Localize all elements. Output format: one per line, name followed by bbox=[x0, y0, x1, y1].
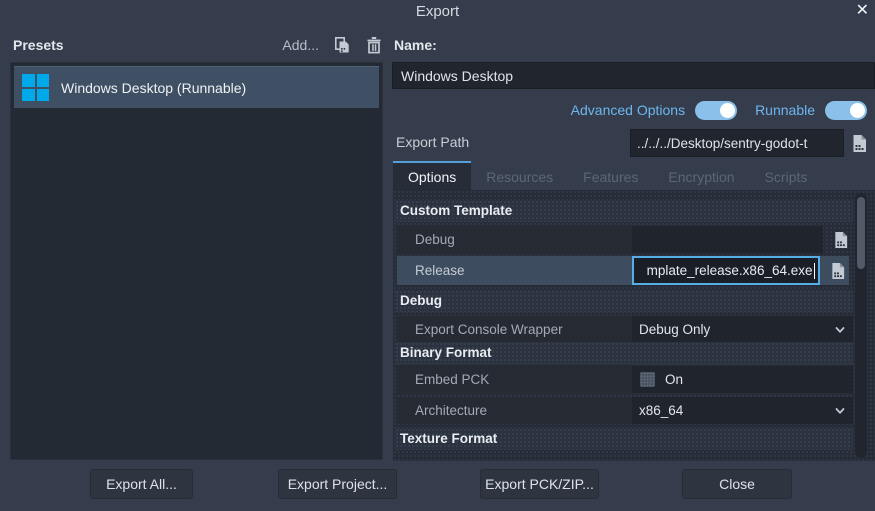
tab-scripts[interactable]: Scripts bbox=[750, 161, 823, 190]
export-path-browse-button[interactable] bbox=[846, 130, 872, 156]
export-all-button[interactable]: Export All... bbox=[90, 469, 193, 499]
preset-item-label: Windows Desktop (Runnable) bbox=[61, 80, 246, 96]
section-custom-template: Custom Template bbox=[395, 200, 853, 222]
debug-template-input[interactable] bbox=[632, 226, 823, 253]
row-custom-template-debug: Debug bbox=[397, 226, 852, 253]
presets-actions: Add... bbox=[268, 36, 383, 54]
embed-pck-value: On bbox=[665, 372, 683, 387]
row-embed-pck: Embed PCK On bbox=[397, 366, 853, 393]
release-template-input[interactable]: mplate_release.x86_64.exe bbox=[632, 256, 820, 285]
chevron-down-icon bbox=[834, 324, 846, 336]
export-pck-zip-button[interactable]: Export PCK/ZIP... bbox=[480, 469, 599, 499]
debug-template-label: Debug bbox=[397, 226, 632, 253]
name-input[interactable] bbox=[392, 62, 875, 89]
delete-preset-icon[interactable] bbox=[365, 36, 383, 54]
runnable-toggle[interactable] bbox=[825, 101, 867, 120]
name-label: Name: bbox=[394, 37, 437, 53]
duplicate-preset-icon[interactable] bbox=[333, 36, 351, 54]
console-wrapper-label: Export Console Wrapper bbox=[397, 316, 632, 343]
file-icon bbox=[851, 134, 868, 153]
preset-item-windows-desktop[interactable]: Windows Desktop (Runnable) bbox=[14, 66, 379, 108]
dialog-title: Export bbox=[0, 3, 875, 20]
row-architecture: Architecture x86_64 bbox=[397, 397, 853, 424]
presets-heading: Presets bbox=[13, 37, 64, 53]
release-template-browse-button[interactable] bbox=[827, 260, 849, 282]
architecture-dropdown[interactable]: x86_64 bbox=[632, 397, 853, 424]
export-path-label: Export Path bbox=[396, 134, 469, 150]
tab-options[interactable]: Options bbox=[393, 161, 471, 190]
close-button[interactable]: Close bbox=[682, 469, 792, 499]
text-caret bbox=[814, 263, 816, 279]
preset-list: Windows Desktop (Runnable) bbox=[10, 62, 383, 460]
advanced-options-toggle[interactable] bbox=[695, 101, 737, 120]
debug-template-browse-button[interactable] bbox=[830, 229, 852, 251]
tab-bar: Options Resources Features Encryption Sc… bbox=[393, 161, 875, 190]
file-icon bbox=[830, 262, 846, 280]
section-binary-format: Binary Format bbox=[395, 342, 853, 364]
vertical-scrollbar[interactable] bbox=[855, 193, 867, 458]
windows-logo-icon bbox=[22, 74, 49, 101]
embed-pck-label: Embed PCK bbox=[397, 366, 632, 393]
architecture-value: x86_64 bbox=[632, 403, 683, 418]
row-custom-template-release: Release mplate_release.x86_64.exe bbox=[397, 256, 849, 285]
export-project-button[interactable]: Export Project... bbox=[278, 469, 397, 499]
embed-pck-checkbox[interactable] bbox=[640, 372, 655, 387]
file-icon bbox=[833, 231, 849, 249]
runnable-label: Runnable bbox=[755, 102, 815, 118]
section-debug: Debug bbox=[395, 290, 853, 312]
add-preset-button[interactable]: Add... bbox=[282, 37, 319, 53]
embed-pck-cell: On bbox=[632, 366, 853, 393]
chevron-down-icon bbox=[834, 405, 846, 417]
console-wrapper-value: Debug Only bbox=[632, 322, 710, 337]
row-export-console-wrapper: Export Console Wrapper Debug Only bbox=[397, 316, 853, 343]
tab-encryption[interactable]: Encryption bbox=[653, 161, 749, 190]
scrollbar-handle[interactable] bbox=[857, 197, 865, 269]
release-template-label: Release bbox=[397, 256, 632, 285]
architecture-label: Architecture bbox=[397, 397, 632, 424]
tab-features[interactable]: Features bbox=[568, 161, 653, 190]
release-template-value: mplate_release.x86_64.exe bbox=[647, 263, 813, 278]
toggles-row: Advanced Options Runnable bbox=[393, 98, 867, 122]
advanced-options-label: Advanced Options bbox=[571, 102, 685, 118]
console-wrapper-dropdown[interactable]: Debug Only bbox=[632, 316, 853, 343]
export-path-input[interactable] bbox=[630, 129, 844, 157]
tab-resources[interactable]: Resources bbox=[471, 161, 568, 190]
options-panel: Custom Template Debug Release mplate_rel… bbox=[393, 190, 875, 461]
section-texture-format: Texture Format bbox=[395, 428, 853, 450]
close-icon[interactable]: ✕ bbox=[856, 2, 869, 20]
